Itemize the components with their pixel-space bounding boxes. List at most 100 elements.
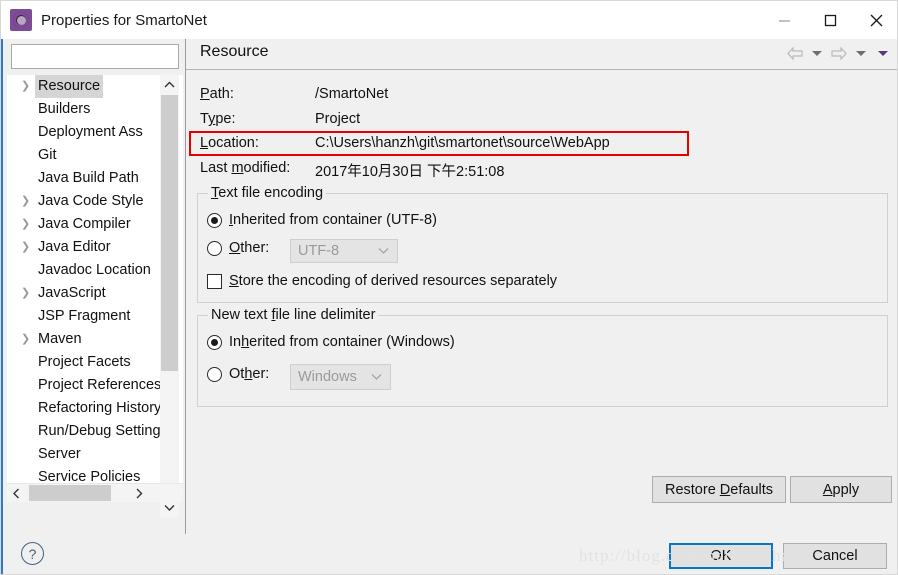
- delimiter-inherited-radio[interactable]: Inherited from container (Windows): [207, 334, 455, 350]
- page-nav-icons: [785, 43, 893, 63]
- vertical-scroll-thumb[interactable]: [161, 95, 178, 371]
- restore-defaults-button[interactable]: Restore Defaults: [652, 476, 786, 503]
- encoding-inherited-radio[interactable]: Inherited from container (UTF-8): [207, 212, 437, 228]
- page-title: Resource: [200, 43, 269, 60]
- minimize-icon[interactable]: [761, 1, 807, 39]
- chevron-down-icon: [378, 245, 389, 257]
- store-encoding-label: Store the encoding of derived resources …: [229, 273, 558, 289]
- field-location-label: Location:: [200, 135, 259, 151]
- sidebar-item-label: Git: [38, 147, 57, 163]
- forward-arrow-icon[interactable]: [829, 43, 849, 63]
- sidebar-item-java-editor[interactable]: ❯ Java Editor: [7, 236, 183, 259]
- chevron-right-icon[interactable]: ❯: [21, 213, 30, 236]
- maximize-icon[interactable]: [807, 1, 853, 39]
- field-last-modified-value: 2017年10月30日 下午2:51:08: [315, 164, 505, 180]
- sidebar-item-label: Java Editor: [38, 239, 111, 255]
- delimiter-other-label: Other:: [229, 366, 270, 382]
- radio-icon: [207, 240, 222, 256]
- encoding-other-radio[interactable]: Other:: [207, 240, 269, 256]
- sidebar-item-run-debug-settings[interactable]: Run/Debug Settings: [7, 420, 183, 443]
- sidebar-item-builders[interactable]: Builders: [7, 98, 183, 121]
- sidebar-item-server[interactable]: Server: [7, 443, 183, 466]
- sidebar-item-label: Builders: [38, 101, 91, 117]
- chevron-right-icon[interactable]: ❯: [21, 75, 30, 98]
- sidebar-item-project-facets[interactable]: Project Facets: [7, 351, 183, 374]
- line-delimiter-group-title: New text file line delimiter: [208, 307, 379, 323]
- chevron-right-icon[interactable]: ❯: [21, 328, 30, 351]
- cancel-button[interactable]: Cancel: [783, 543, 887, 569]
- sidebar-item-label: Java Compiler: [38, 216, 131, 232]
- store-encoding-checkbox[interactable]: Store the encoding of derived resources …: [207, 273, 557, 289]
- sidebar-item-label: Project References: [38, 377, 162, 393]
- sidebar-item-maven[interactable]: ❯ Maven: [7, 328, 183, 351]
- sidebar-item-javascript[interactable]: ❯ JavaScript: [7, 282, 183, 305]
- restore-defaults-label: Restore Defaults: [664, 481, 774, 498]
- properties-dialog: Properties for SmartoNet ❯ Resource Builde…: [0, 0, 898, 575]
- gear-icon: [10, 9, 32, 31]
- sidebar-item-java-code-style[interactable]: ❯ Java Code Style: [7, 190, 183, 213]
- close-icon[interactable]: [853, 1, 897, 39]
- ok-button[interactable]: OK: [669, 543, 773, 569]
- sidebar-item-label: Java Build Path: [38, 170, 139, 186]
- tree-horizontal-scrollbar[interactable]: [7, 483, 183, 502]
- forward-history-chevron-down-icon[interactable]: [851, 43, 871, 63]
- field-type-label: Type:: [200, 111, 236, 127]
- window-title: Properties for SmartoNet: [41, 11, 207, 29]
- sidebar-item-javadoc-location[interactable]: Javadoc Location: [7, 259, 183, 282]
- radio-icon: [207, 212, 222, 228]
- content-panel: Resource Path: /SmartoNet Type: Project: [185, 39, 897, 534]
- chevron-right-icon[interactable]: ❯: [21, 282, 30, 305]
- sidebar-item-resource[interactable]: ❯ Resource: [7, 75, 183, 98]
- encoding-inherited-label: Inherited from container (UTF-8): [229, 212, 437, 228]
- delimiter-other-value: Windows: [298, 369, 357, 385]
- cancel-label: Cancel: [812, 548, 858, 564]
- field-type-value: Project: [315, 111, 361, 127]
- sidebar-item-label: Run/Debug Settings: [38, 423, 168, 439]
- scroll-left-button[interactable]: [7, 484, 26, 502]
- scroll-right-button[interactable]: [130, 484, 149, 502]
- field-last-modified-label: Last modified:: [200, 160, 291, 176]
- text-file-encoding-group-title: Text file encoding: [208, 185, 327, 201]
- sidebar-item-label: Deployment Ass: [38, 124, 143, 140]
- back-history-chevron-down-icon[interactable]: [807, 43, 827, 63]
- line-delimiter-group: New text file line delimiter Inherited f…: [197, 307, 888, 407]
- encoding-other-combobox[interactable]: UTF-8: [290, 239, 398, 263]
- chevron-right-icon[interactable]: ❯: [21, 190, 30, 213]
- radio-icon: [207, 334, 222, 350]
- sidebar-item-git[interactable]: Git: [7, 144, 183, 167]
- encoding-other-value: UTF-8: [298, 243, 340, 259]
- sidebar-item-label: JavaScript: [38, 285, 106, 301]
- filter-input[interactable]: [11, 44, 179, 69]
- tree-vertical-scrollbar[interactable]: [160, 75, 179, 517]
- sidebar-item-label: Project Facets: [38, 354, 131, 370]
- chevron-down-icon: [371, 371, 382, 383]
- sidebar-item-java-compiler[interactable]: ❯ Java Compiler: [7, 213, 183, 236]
- sidebar-item-java-build-path[interactable]: Java Build Path: [7, 167, 183, 190]
- delimiter-other-radio[interactable]: Other:: [207, 366, 269, 382]
- back-arrow-icon[interactable]: [785, 43, 805, 63]
- field-path-value: /SmartoNet: [315, 86, 389, 102]
- dialog-footer: ? OK Cancel: [1, 534, 897, 574]
- apply-button[interactable]: Apply: [790, 476, 892, 503]
- delimiter-other-combobox[interactable]: Windows: [290, 364, 391, 390]
- sidebar-item-deployment-ass[interactable]: Deployment Ass: [7, 121, 183, 144]
- sidebar-item-jsp-fragment[interactable]: JSP Fragment: [7, 305, 183, 328]
- sidebar-item-label: JSP Fragment: [38, 308, 131, 324]
- help-icon[interactable]: ?: [21, 542, 44, 565]
- scroll-up-button[interactable]: [160, 75, 179, 94]
- apply-label: Apply: [822, 481, 860, 498]
- sidebar-item-label: Server: [38, 446, 81, 462]
- horizontal-scroll-thumb[interactable]: [29, 485, 111, 501]
- sidebar-item-label: Maven: [38, 331, 82, 347]
- sidebar-item-refactoring-history[interactable]: Refactoring History: [7, 397, 183, 420]
- chevron-right-icon[interactable]: ❯: [21, 236, 30, 259]
- sidebar: ❯ Resource Builders Deployment Ass Git Java B…: [1, 39, 185, 534]
- sidebar-item-label: Resource: [35, 75, 104, 98]
- sidebar-item-label: Service Policies: [38, 469, 141, 483]
- sidebar-item-service-policies[interactable]: Service Policies: [7, 466, 183, 483]
- sidebar-item-project-references[interactable]: Project References: [7, 374, 183, 397]
- settings-tree[interactable]: ❯ Resource Builders Deployment Ass Git Java B…: [7, 75, 183, 483]
- sidebar-item-label: Javadoc Location: [38, 262, 151, 278]
- view-menu-icon[interactable]: [873, 43, 893, 63]
- checkbox-icon: [207, 273, 222, 289]
